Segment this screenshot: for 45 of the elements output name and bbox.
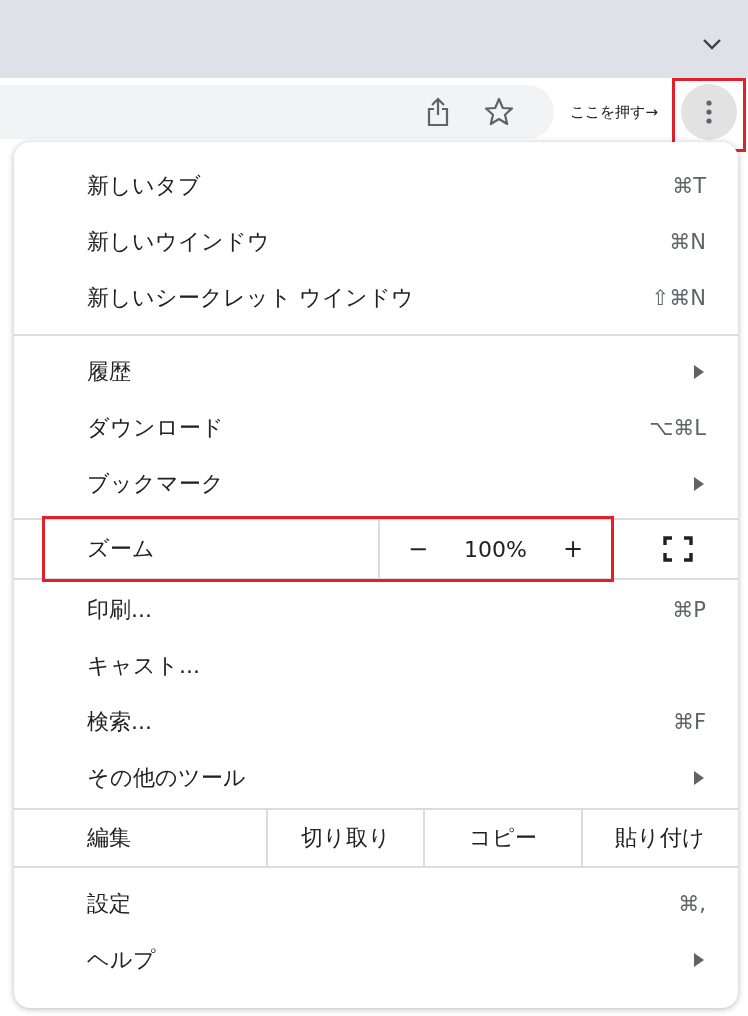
menu-item-label: ダウンロード [87, 414, 225, 442]
shortcut-label: ⇧⌘N [651, 286, 706, 310]
menu-item-label: 編集 [86, 824, 132, 852]
menu-item[interactable]: キャスト... [14, 638, 738, 694]
shortcut-label: ⌘T [672, 174, 706, 198]
menu-item-label: 検索... [87, 708, 153, 736]
shortcut-label: ⌘N [669, 230, 706, 254]
menu-item[interactable]: 検索... ⌘F [14, 694, 738, 750]
menu-item-label: 新しいウインドウ [87, 228, 271, 256]
share-icon[interactable] [426, 97, 451, 127]
menu-item[interactable]: 新しいウインドウ ⌘N [14, 214, 738, 270]
shortcut-label: ⌘F [672, 710, 706, 734]
menu-item[interactable]: ダウンロード ⌥⌘L [14, 400, 738, 456]
more-vertical-icon [706, 100, 712, 124]
menu-item-label: 設定 [87, 890, 132, 918]
menu-item-label: その他のツール [87, 764, 247, 792]
menu-item-label: 印刷... [87, 596, 153, 624]
menu-item-label: 新しいシークレット ウインドウ [87, 284, 415, 312]
menu-item-label: ズーム [45, 519, 380, 579]
menu-item[interactable]: ブックマーク [14, 456, 738, 512]
menu-item-label: ヘルプ [87, 946, 157, 974]
menu-item-label: 新しいタブ [87, 172, 202, 200]
menu-item[interactable]: 新しいシークレット ウインドウ ⇧⌘N [14, 270, 738, 326]
fullscreen-icon [663, 536, 693, 562]
menu-item-label: キャスト... [87, 652, 201, 680]
menu-item[interactable]: 印刷... ⌘P [14, 582, 738, 638]
edit-action-button[interactable]: コピー [423, 810, 581, 866]
edit-action-button[interactable]: 切り取り [266, 810, 424, 866]
menu-item-label: 履歴 [87, 358, 132, 386]
menu-item[interactable]: 履歴 [14, 344, 738, 400]
menu-item-label: ブックマーク [87, 470, 225, 498]
zoom-out-button[interactable]: − [402, 531, 435, 567]
chevron-down-icon[interactable] [702, 38, 722, 50]
menu-item[interactable]: その他のツール [14, 750, 738, 806]
menu-item[interactable]: 新しいタブ ⌘T [14, 158, 738, 214]
shortcut-label: ⌘P [672, 598, 706, 622]
zoom-level: 100% [464, 536, 527, 562]
star-icon[interactable] [484, 97, 515, 127]
menu-item[interactable]: ヘルプ [14, 932, 738, 988]
shortcut-label: ⌥⌘L [649, 416, 706, 440]
zoom-in-button[interactable]: + [556, 531, 589, 567]
shortcut-label: ⌘, [678, 892, 706, 916]
edit-action-button[interactable]: 貼り付け [580, 810, 738, 866]
menu-button[interactable] [681, 84, 737, 140]
menu-item[interactable]: 設定 ⌘, [14, 876, 738, 932]
